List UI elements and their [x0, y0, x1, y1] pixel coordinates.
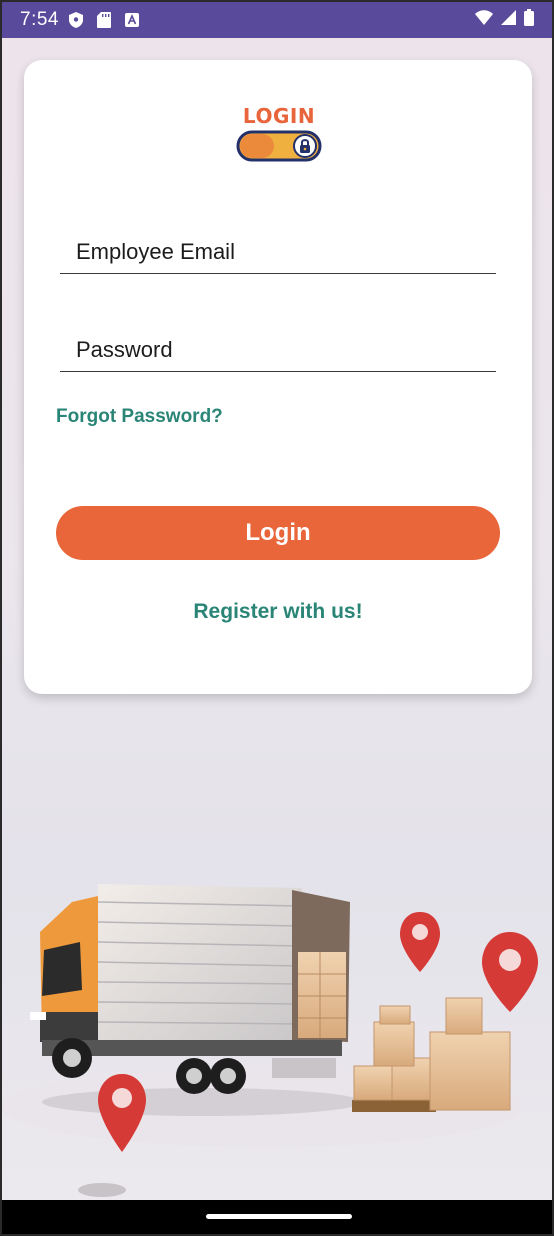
navigation-bar — [2, 1200, 552, 1234]
wifi-icon — [475, 10, 493, 30]
email-input[interactable] — [76, 239, 476, 265]
login-logo: LOGIN — [234, 104, 324, 164]
status-right-icons — [475, 9, 534, 31]
delivery-truck-illustration — [2, 862, 552, 1202]
password-input[interactable] — [76, 337, 476, 363]
home-handle[interactable] — [206, 1214, 352, 1219]
login-button[interactable]: Login — [56, 506, 500, 560]
lock-toggle-icon — [234, 130, 324, 167]
register-link[interactable]: Register with us! — [24, 600, 532, 624]
status-time: 7:54 — [20, 9, 59, 30]
login-card: LOGIN Forgot Password? Login Register wi… — [24, 60, 532, 694]
email-field[interactable] — [60, 222, 496, 274]
password-field[interactable] — [60, 320, 496, 372]
font-icon — [124, 13, 139, 27]
shield-icon — [68, 12, 83, 28]
phone-screen: 7:54 LOGIN Employee Email Forgot Passwor… — [0, 0, 554, 1236]
status-bar: 7:54 — [2, 2, 552, 38]
logo-title: LOGIN — [242, 104, 316, 128]
forgot-password-link[interactable]: Forgot Password? — [56, 406, 223, 428]
signal-icon — [501, 10, 516, 30]
battery-icon — [524, 9, 534, 31]
map-pin-icon — [400, 912, 440, 972]
sd-card-icon — [96, 12, 111, 28]
